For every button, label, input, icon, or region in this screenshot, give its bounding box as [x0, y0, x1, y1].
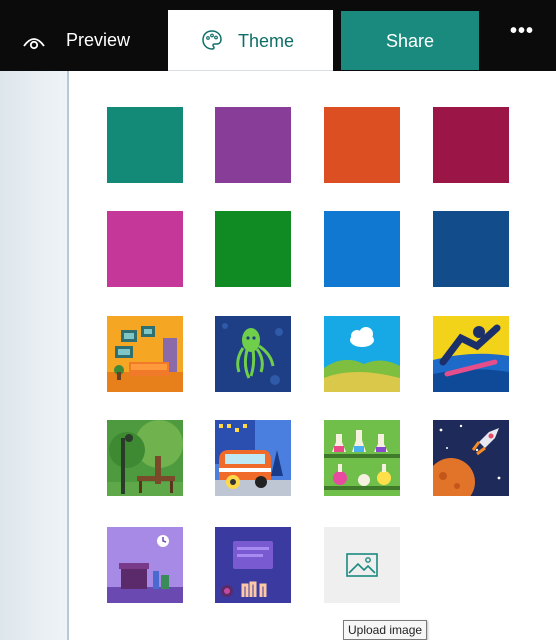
- theme-image-camper-van[interactable]: [215, 420, 291, 496]
- theme-image-video-call[interactable]: [215, 527, 291, 603]
- theme-image-rocket-space[interactable]: [433, 420, 509, 496]
- theme-swatch-crimson[interactable]: [433, 107, 509, 183]
- preview-button[interactable]: Preview: [0, 10, 150, 71]
- theme-image-octopus[interactable]: [215, 316, 291, 392]
- theme-swatch-purple[interactable]: [215, 107, 291, 183]
- palette-icon: [202, 30, 222, 50]
- upload-image-tooltip: Upload image: [343, 620, 428, 640]
- theme-image-lab-flasks[interactable]: [324, 420, 400, 496]
- eye-icon: [23, 38, 45, 50]
- theme-image-park-bench[interactable]: [107, 420, 183, 496]
- form-canvas-edge: [0, 71, 69, 640]
- theme-image-desk-clock[interactable]: [107, 527, 183, 603]
- theme-swatch-magenta[interactable]: [107, 211, 183, 287]
- theme-swatch-orange[interactable]: [324, 107, 400, 183]
- theme-swatch-blue[interactable]: [324, 211, 400, 287]
- share-button[interactable]: Share: [341, 11, 479, 70]
- theme-image-snowboarder[interactable]: [433, 316, 509, 392]
- theme-tab[interactable]: Theme: [168, 10, 333, 71]
- upload-image-button[interactable]: [324, 527, 400, 603]
- theme-label: Theme: [238, 31, 295, 51]
- theme-swatch-teal[interactable]: [107, 107, 183, 183]
- share-label: Share: [385, 31, 435, 51]
- theme-swatch-navy[interactable]: [433, 211, 509, 287]
- top-toolbar: Preview Theme Share •••: [0, 0, 556, 71]
- theme-swatch-green[interactable]: [215, 211, 291, 287]
- preview-label: Preview: [66, 30, 131, 50]
- image-icon: [346, 553, 378, 577]
- theme-image-hills-cloud[interactable]: [324, 316, 400, 392]
- more-options-icon[interactable]: •••: [505, 21, 539, 52]
- theme-image-living-room[interactable]: [107, 316, 183, 392]
